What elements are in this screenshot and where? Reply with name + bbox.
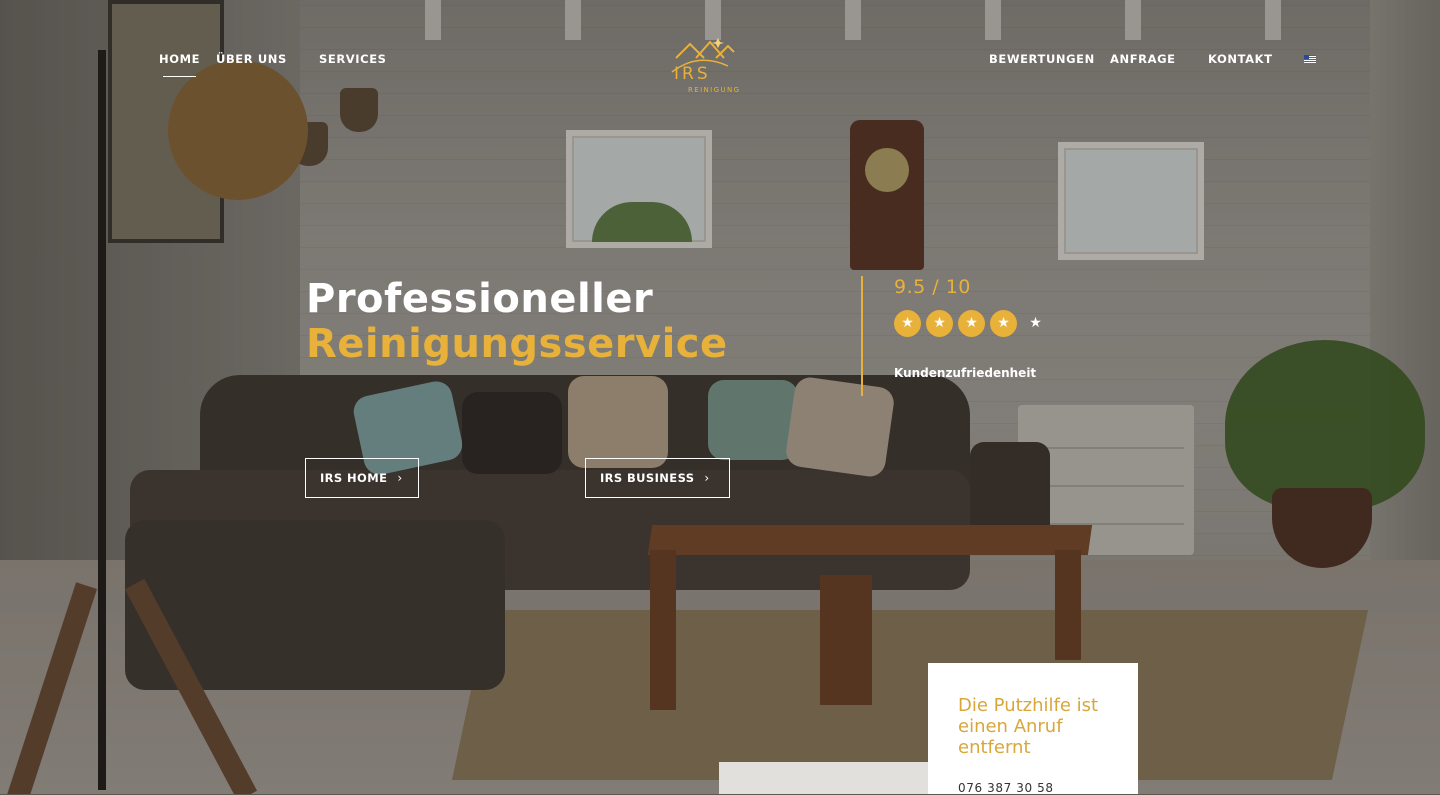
star-filled-icon: ★ xyxy=(894,310,921,337)
star-empty-icon: ★ xyxy=(1029,315,1042,331)
phone-link[interactable]: 076 387 30 58 xyxy=(958,781,1054,795)
us-flag-icon[interactable] xyxy=(1304,55,1316,63)
rating-caption: Kundenzufriedenheit xyxy=(894,366,1037,380)
rating-stars: ★ ★ ★ ★ ★ xyxy=(894,310,1049,337)
chevron-right-icon: › xyxy=(704,471,710,485)
nav-services[interactable]: SERVICES xyxy=(319,52,387,66)
site-logo[interactable]: IRS REINIGUNG xyxy=(668,36,772,98)
logo-subtext: REINIGUNG xyxy=(688,86,741,94)
nav-bewertungen[interactable]: BEWERTUNGEN xyxy=(989,52,1095,66)
star-filled-icon: ★ xyxy=(958,310,985,337)
dark-overlay xyxy=(0,0,1440,794)
rating-score: 9.5 / 10 xyxy=(894,276,971,298)
chevron-right-icon: › xyxy=(397,471,403,485)
nav-ueber-uns[interactable]: ÜBER UNS xyxy=(216,52,287,66)
rating-divider xyxy=(861,276,863,396)
nav-kontakt[interactable]: KONTAKT xyxy=(1208,52,1273,66)
star-filled-icon: ★ xyxy=(990,310,1017,337)
nav-home[interactable]: HOME xyxy=(159,52,200,77)
logo-text: IRS xyxy=(674,64,711,84)
irs-home-button-label: IRS HOME xyxy=(320,471,388,485)
irs-home-button[interactable]: IRS HOME › xyxy=(305,458,419,498)
nav-anfrage[interactable]: ANFRAGE xyxy=(1110,52,1176,66)
contact-card-title: Die Putzhilfe ist einen Anruf entfernt xyxy=(958,695,1099,758)
irs-business-button[interactable]: IRS BUSINESS › xyxy=(585,458,730,498)
star-filled-icon: ★ xyxy=(926,310,953,337)
contact-card: Die Putzhilfe ist einen Anruf entfernt 0… xyxy=(928,663,1138,795)
hero-title-line2: Reinigungsservice xyxy=(306,321,728,367)
hero-background-photo xyxy=(0,0,1440,794)
next-section-edge xyxy=(719,762,928,794)
irs-business-button-label: IRS BUSINESS xyxy=(600,471,695,485)
hero-title-line1: Professioneller xyxy=(306,276,654,322)
